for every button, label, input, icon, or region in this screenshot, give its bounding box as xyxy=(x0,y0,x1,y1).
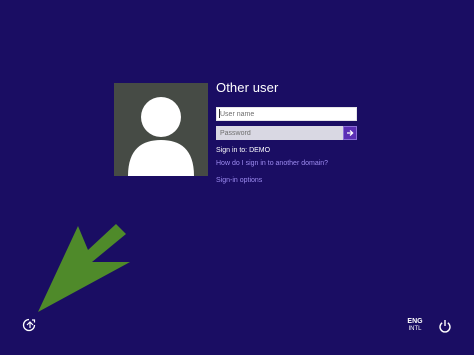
text-caret xyxy=(219,109,220,118)
sign-in-options-link[interactable]: Sign-in options xyxy=(216,177,262,184)
submit-button[interactable] xyxy=(343,126,357,140)
username-field[interactable] xyxy=(216,107,357,121)
other-domain-link[interactable]: How do I sign in to another domain? xyxy=(216,160,328,167)
ease-of-access-button[interactable] xyxy=(22,318,36,332)
user-avatar xyxy=(114,83,208,176)
page-title: Other user xyxy=(216,80,279,95)
ease-of-access-icon xyxy=(22,318,36,332)
language-indicator[interactable]: ENG INTL xyxy=(402,318,428,332)
lock-screen: Other user Sign in to: DEMO How do I sig… xyxy=(0,0,474,355)
password-field[interactable] xyxy=(216,126,343,140)
sign-in-domain-text: Sign in to: DEMO xyxy=(216,147,271,154)
power-icon xyxy=(439,320,451,333)
arrow-right-icon xyxy=(347,130,354,136)
keyboard-layout: INTL xyxy=(408,326,422,332)
power-button[interactable] xyxy=(438,319,452,333)
user-silhouette-icon xyxy=(128,97,194,176)
language-code: ENG xyxy=(407,318,423,325)
